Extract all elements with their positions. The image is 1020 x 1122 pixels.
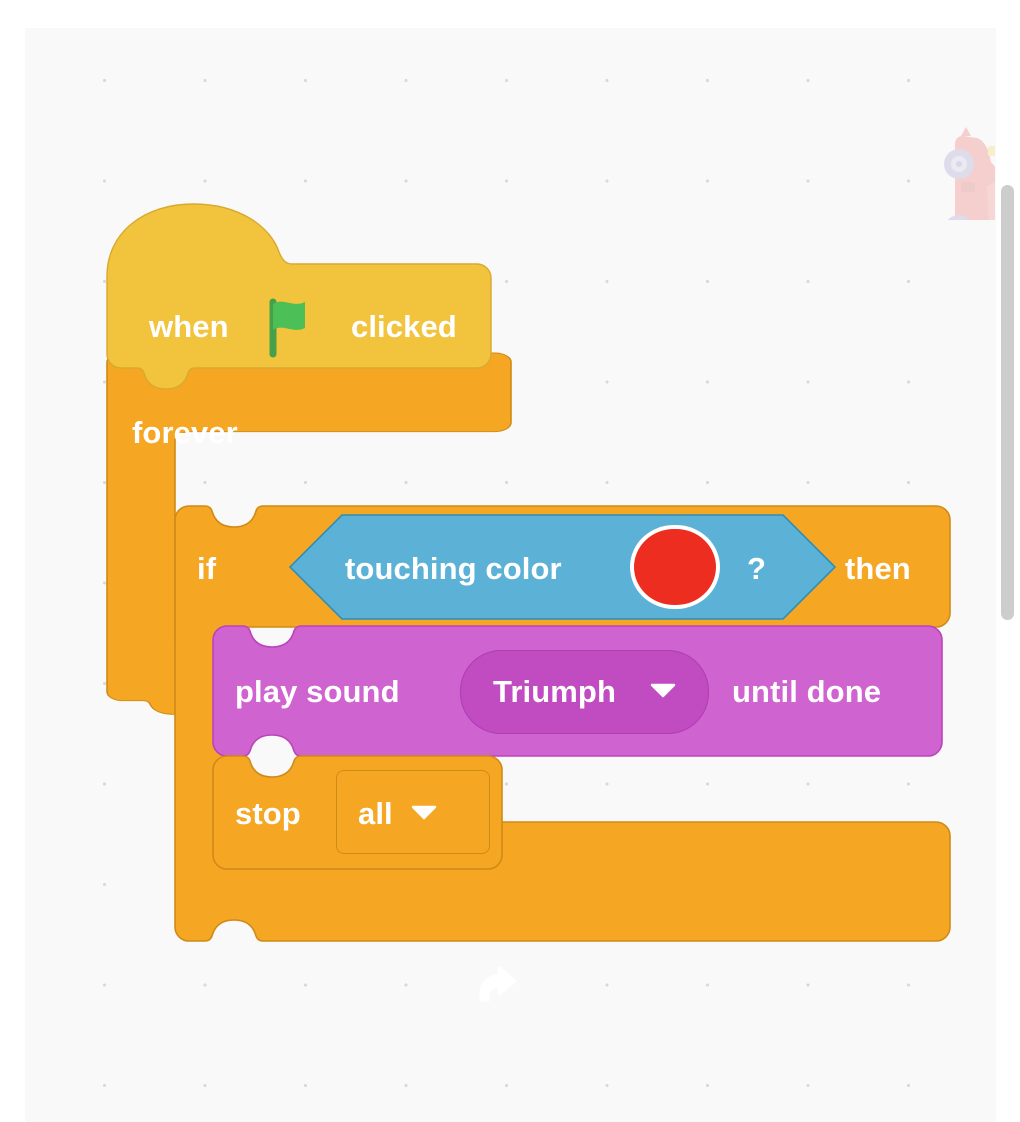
color-swatch[interactable] xyxy=(630,525,720,609)
vertical-scrollbar-thumb[interactable] xyxy=(1001,185,1014,620)
when-flag-clicked-block[interactable]: when clicked xyxy=(106,198,507,390)
scratch-editor-root: forever if then touchin xyxy=(0,0,1020,1122)
code-workspace-canvas[interactable]: forever if then touchin xyxy=(25,28,1020,1122)
loop-arrow-icon xyxy=(473,964,519,1013)
chevron-down-icon[interactable] xyxy=(650,682,676,698)
stop-block[interactable]: stop all xyxy=(212,755,513,870)
chevron-down-icon[interactable] xyxy=(411,804,437,820)
touching-color-block[interactable]: touching color ? xyxy=(288,514,837,620)
vertical-scrollbar-track[interactable] xyxy=(996,28,1020,1122)
play-sound-until-done-block[interactable]: play sound Triumph until done xyxy=(212,625,953,757)
green-flag-icon xyxy=(265,298,317,358)
car-sprite-watermark xyxy=(943,100,1010,251)
